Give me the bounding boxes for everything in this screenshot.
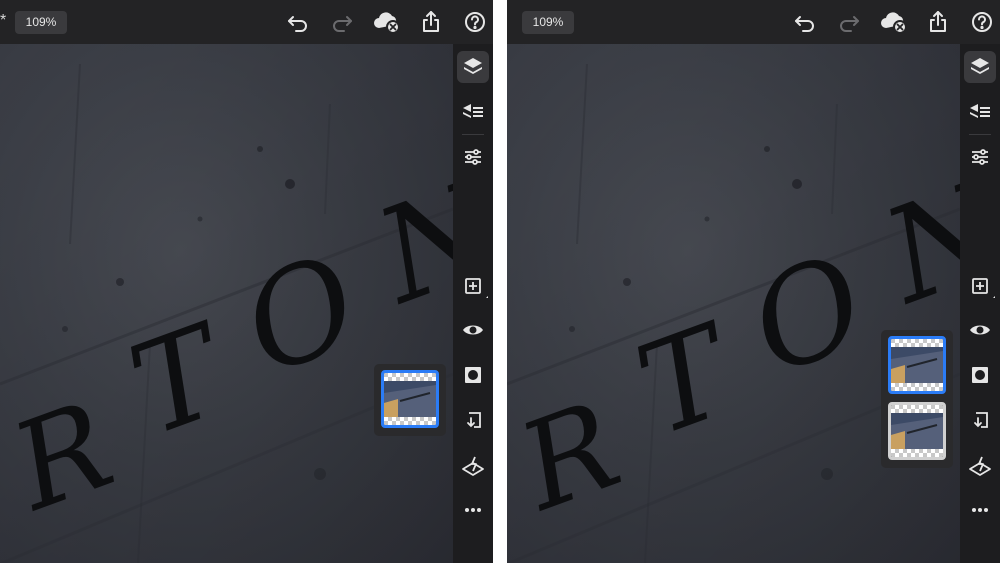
layer-properties-icon[interactable] [457, 96, 489, 128]
add-layer-icon[interactable] [457, 270, 489, 302]
layers-icon[interactable] [964, 51, 996, 83]
image-canvas[interactable]: R T O N [507, 44, 960, 563]
adjustments-icon[interactable] [457, 141, 489, 173]
more-icon[interactable] [457, 494, 489, 526]
screen-right: 109% R T O N [507, 0, 1000, 563]
layers-panel-popover [374, 364, 446, 436]
visibility-icon[interactable] [964, 314, 996, 346]
layers-panel-popover [881, 330, 953, 468]
undo-icon[interactable] [284, 8, 312, 36]
layers-icon[interactable] [457, 51, 489, 83]
merge-down-icon[interactable] [457, 404, 489, 436]
rail-divider [462, 134, 484, 135]
unsaved-indicator: * [0, 12, 7, 29]
clear-layer-icon[interactable] [457, 449, 489, 481]
rail-divider [969, 134, 991, 135]
screen-left: * 109% R T O N [0, 0, 493, 563]
more-icon[interactable] [964, 494, 996, 526]
cloud-sync-error-icon[interactable] [879, 8, 909, 36]
layer-thumbnail[interactable] [888, 402, 946, 460]
top-toolbar: * 109% [0, 0, 493, 44]
mask-icon[interactable] [964, 359, 996, 391]
image-canvas[interactable]: R T O N [0, 44, 453, 563]
cloud-sync-error-icon[interactable] [372, 8, 402, 36]
top-toolbar: 109% [507, 0, 1000, 44]
help-icon[interactable] [968, 8, 996, 36]
layer-properties-icon[interactable] [964, 96, 996, 128]
redo-icon[interactable] [328, 8, 356, 36]
help-icon[interactable] [461, 8, 489, 36]
clear-layer-icon[interactable] [964, 449, 996, 481]
merge-down-icon[interactable] [964, 404, 996, 436]
share-icon[interactable] [924, 8, 952, 36]
adjustments-icon[interactable] [964, 141, 996, 173]
right-tool-rail [453, 44, 493, 563]
mask-icon[interactable] [457, 359, 489, 391]
layer-thumbnail[interactable] [888, 336, 946, 394]
add-layer-icon[interactable] [964, 270, 996, 302]
right-tool-rail [960, 44, 1000, 563]
share-icon[interactable] [417, 8, 445, 36]
undo-icon[interactable] [791, 8, 819, 36]
redo-icon[interactable] [835, 8, 863, 36]
zoom-level-button[interactable]: 109% [522, 11, 574, 34]
layer-thumbnail[interactable] [381, 370, 439, 428]
visibility-icon[interactable] [457, 314, 489, 346]
zoom-level-button[interactable]: 109% [15, 11, 67, 34]
